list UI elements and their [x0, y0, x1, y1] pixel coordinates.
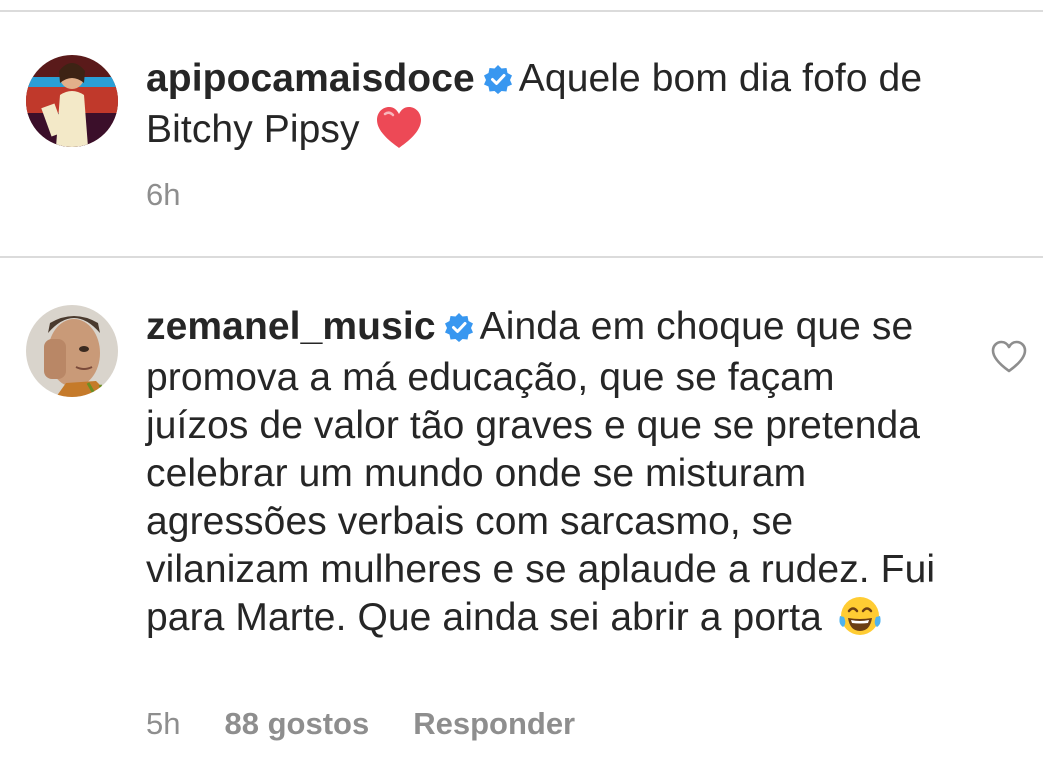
- tears-of-joy-icon: [837, 594, 883, 650]
- timestamp[interactable]: 5h: [146, 706, 180, 741]
- avatar[interactable]: [26, 55, 118, 147]
- comment-meta: 5h 88 gostos Responder: [146, 706, 619, 742]
- reply-button[interactable]: Responder: [413, 706, 575, 741]
- top-divider: [0, 10, 1043, 12]
- verified-badge-icon: [444, 306, 474, 354]
- username[interactable]: zemanel_music: [146, 305, 436, 348]
- avatar-photo-man: [26, 305, 118, 397]
- avatar-photo-woman: [26, 55, 118, 147]
- comment-text: Ainda em choque que se promova a má educ…: [146, 305, 936, 639]
- comment-divider: [0, 256, 1043, 258]
- red-heart-icon: [375, 106, 423, 162]
- username[interactable]: apipocamaisdoce: [146, 57, 475, 100]
- timestamp[interactable]: 6h: [146, 177, 180, 212]
- comment-text-block: zemanel_music Ainda em choque que se prom…: [146, 303, 936, 650]
- heart-outline-icon: [991, 340, 1027, 373]
- verified-badge-icon: [483, 58, 513, 106]
- comment-text-block: apipocamaisdoce Aquele bom dia fofo de Bi…: [146, 55, 1016, 162]
- avatar[interactable]: [26, 305, 118, 397]
- like-button[interactable]: [990, 340, 1028, 379]
- likes-count[interactable]: 88 gostos: [224, 706, 369, 741]
- comment-meta: 6h: [146, 177, 224, 213]
